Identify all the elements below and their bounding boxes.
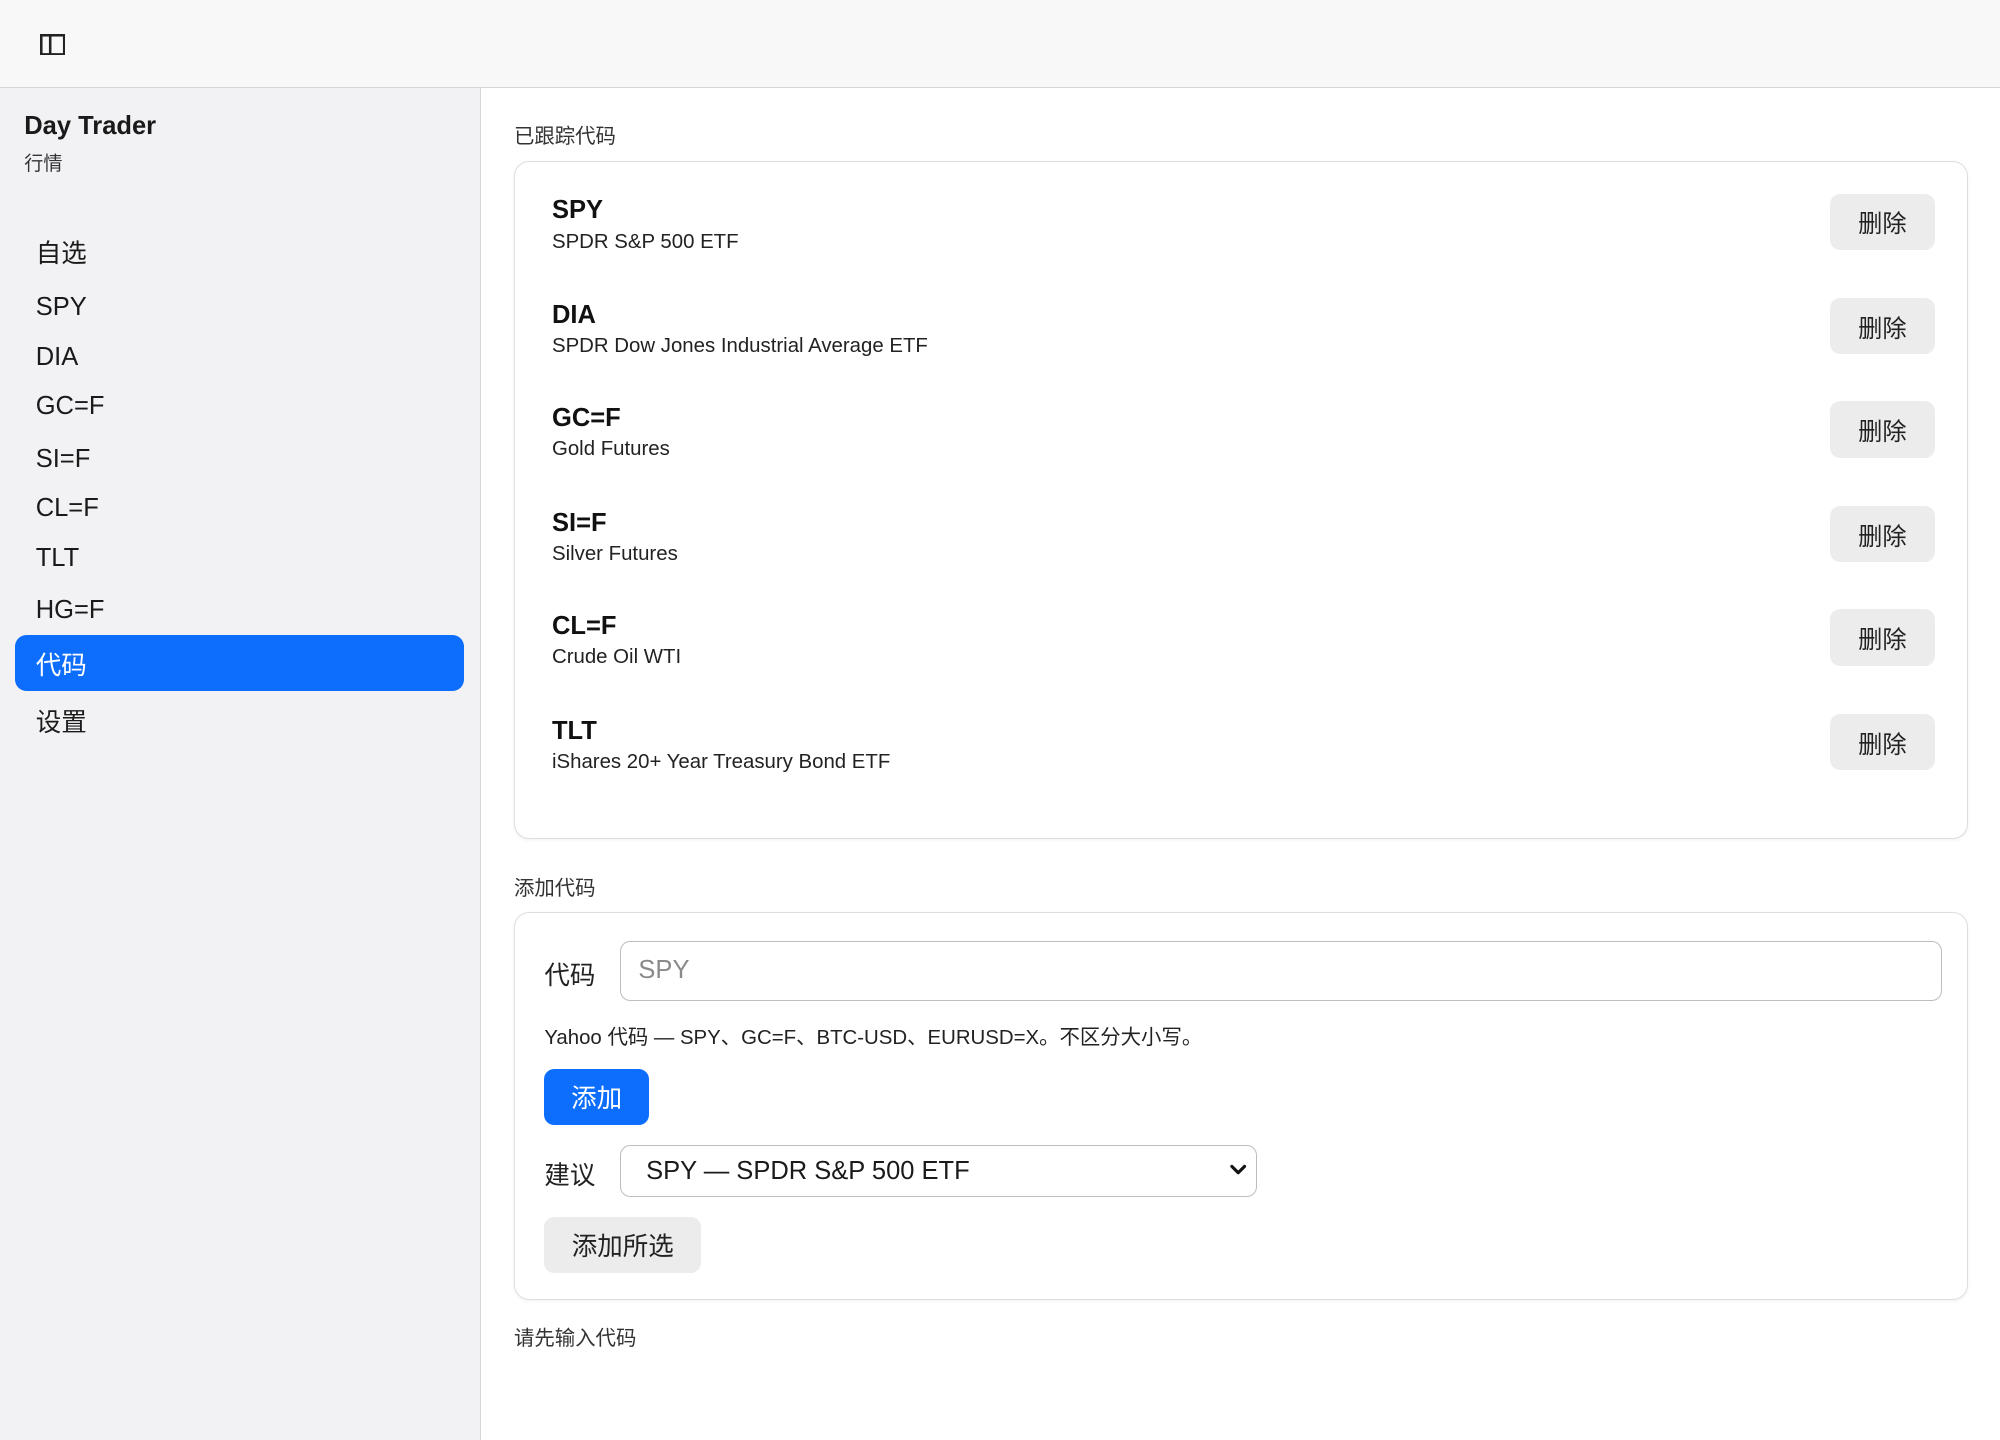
symbol-hint: Yahoo 代码 — SPY、GC=F、BTC-USD、EURUSD=X。不区分… [544,1027,1203,1050]
tracked-symbols-heading: 已跟踪代码 [514,125,616,148]
tracked-row: SPY SPDR S&P 500 ETF 删除 [515,193,1967,271]
sidebar-toggle-icon [39,33,66,56]
tracked-name: iShares 20+ Year Treasury Bond ETF [551,750,891,773]
tracked-name: SPDR S&P 500 ETF [551,230,739,253]
nav-item-gcf[interactable]: GC=F [15,379,464,435]
tracked-row: SI=F Silver Futures 删除 [515,506,1967,583]
tracked-symbol: TLT [551,716,597,745]
tracked-row: TLT iShares 20+ Year Treasury Bond ETF 删… [515,713,1967,791]
app-subtitle: 行情 [24,153,63,175]
tracked-name: Gold Futures [551,438,670,461]
delete-button[interactable]: 删除 [1830,401,1935,458]
status-message: 请先输入代码 [514,1328,637,1351]
suggestion-selected-value: SPY — SPDR S&P 500 ETF [646,1156,970,1185]
add-symbol-card: 代码 Yahoo 代码 — SPY、GC=F、BTC-USD、EURUSD=X。… [514,911,1969,1300]
nav-item-sif[interactable]: SI=F [15,431,464,487]
main-content: 已跟踪代码 SPY SPDR S&P 500 ETF 删除 DIA SPDR D… [482,88,2000,1440]
nav-item-clf[interactable]: CL=F [15,481,464,537]
nav-item-dia[interactable]: DIA [15,329,464,385]
nav-item-settings[interactable]: 设置 [15,693,464,749]
tracked-symbol: SPY [551,196,604,225]
tracked-name: SPDR Dow Jones Industrial Average ETF [551,335,928,358]
nav-item-symbols[interactable]: 代码 [15,635,465,692]
tracked-row: CL=F Crude Oil WTI 删除 [515,609,1967,686]
tracked-name: Crude Oil WTI [551,646,682,669]
tracked-symbol: SI=F [551,508,607,537]
delete-button[interactable]: 删除 [1830,506,1935,563]
delete-button[interactable]: 删除 [1830,609,1935,666]
delete-button[interactable]: 删除 [1830,193,1935,250]
nav-item-tlt[interactable]: TLT [15,531,464,587]
app-title: Day Trader [24,112,157,141]
add-symbol-heading: 添加代码 [514,878,596,901]
delete-button[interactable]: 删除 [1830,713,1935,771]
nav-item-spy[interactable]: SPY [15,279,464,335]
tracked-row: GC=F Gold Futures 删除 [515,401,1967,478]
symbol-field-label: 代码 [544,962,596,991]
chevron-down-icon [1230,1164,1247,1175]
tracked-symbol: GC=F [551,404,621,433]
top-bar [0,0,2000,88]
delete-button[interactable]: 删除 [1830,298,1935,355]
tracked-symbol: CL=F [551,611,617,640]
suggestion-select[interactable]: SPY — SPDR S&P 500 ETF [619,1145,1258,1198]
tracked-symbol: DIA [551,300,596,329]
add-button[interactable]: 添加 [544,1068,649,1125]
sidebar-toggle-button[interactable] [31,26,74,64]
tracked-symbols-card: SPY SPDR S&P 500 ETF 删除 DIA SPDR Dow Jon… [514,160,1969,840]
add-selected-button[interactable]: 添加所选 [544,1216,702,1273]
sidebar: Day Trader 行情 自选 SPY DIA GC=F SI=F CL=F … [0,88,481,1440]
tracked-row: DIA SPDR Dow Jones Industrial Average ET… [515,298,1967,375]
symbol-input[interactable] [619,941,1943,1001]
nav-item-hgf[interactable]: HG=F [15,583,464,639]
suggest-field-label: 建议 [544,1162,596,1191]
nav-item-watchlist[interactable]: 自选 [15,223,464,279]
tracked-name: Silver Futures [551,543,678,566]
